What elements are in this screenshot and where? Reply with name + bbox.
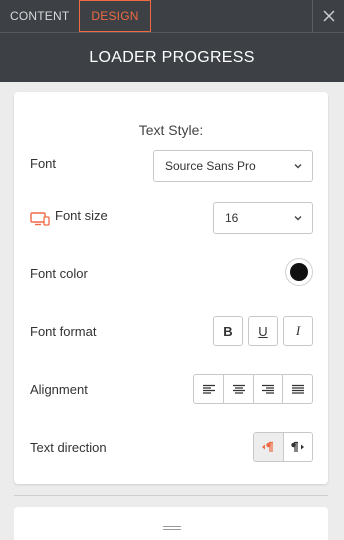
monitor-icon[interactable] [30, 211, 50, 227]
direction-rtl-button[interactable] [282, 433, 312, 461]
align-right-icon [262, 384, 275, 394]
align-justify-icon [291, 384, 304, 394]
italic-button[interactable]: I [283, 316, 313, 346]
direction-ltr-button[interactable] [254, 433, 283, 461]
text-direction-rtl-icon [291, 441, 304, 452]
color-swatch-dot [290, 263, 308, 281]
alignment-group [193, 374, 313, 404]
next-panel-card [14, 507, 328, 540]
font-label: Font [30, 156, 57, 171]
text-direction-group [253, 432, 313, 462]
page-title: LOADER PROGRESS [89, 49, 255, 66]
underline-icon: U [258, 323, 268, 339]
tab-design[interactable]: DESIGN [79, 0, 151, 32]
tab-content[interactable]: CONTENT [0, 0, 79, 32]
text-direction-ltr-icon [262, 441, 274, 452]
separator [14, 495, 328, 496]
section-title: Text Style: [138, 122, 204, 138]
underline-button[interactable]: U [248, 316, 278, 346]
font-format-label: Font format [30, 324, 97, 339]
font-select[interactable]: Source Sans Pro [153, 150, 313, 182]
font-select-value: Source Sans Pro [165, 159, 256, 173]
font-size-select[interactable]: 16 [213, 202, 313, 234]
font-color-label: Font color [30, 266, 88, 281]
bold-button[interactable]: B [213, 316, 243, 346]
align-right-button[interactable] [252, 375, 283, 403]
alignment-label: Alignment [30, 382, 88, 397]
font-size-value: 16 [225, 211, 239, 225]
align-justify-button[interactable] [282, 375, 312, 403]
italic-icon: I [295, 323, 301, 338]
bold-icon: B [223, 323, 233, 339]
text-direction-label: Text direction [30, 440, 107, 455]
close-button[interactable] [312, 0, 344, 32]
align-left-button[interactable] [194, 375, 223, 403]
chevron-down-icon [294, 216, 302, 221]
align-left-icon [202, 384, 215, 394]
text-style-panel: Text Style: Font Source Sans Pro Font si… [14, 92, 328, 484]
drag-handle-icon[interactable] [162, 525, 182, 531]
font-color-picker[interactable] [285, 258, 313, 286]
chevron-down-icon [294, 164, 302, 169]
close-icon [323, 10, 334, 22]
tab-bar: CONTENT DESIGN [0, 0, 151, 32]
align-center-icon [232, 384, 245, 394]
font-size-label: Font size [55, 208, 108, 223]
top-bar: CONTENT DESIGN LOADER PROGRESS [0, 0, 344, 82]
align-center-button[interactable] [223, 375, 253, 403]
